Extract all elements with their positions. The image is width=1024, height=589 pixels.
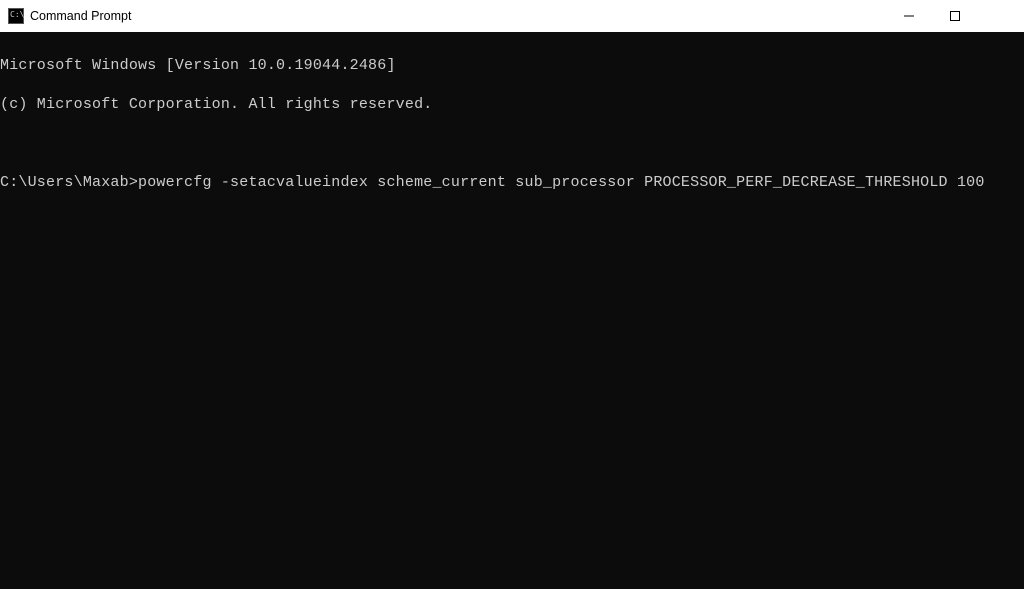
terminal-output-line: Microsoft Windows [Version 10.0.19044.24… (0, 56, 1024, 76)
terminal-output-line: (c) Microsoft Corporation. All rights re… (0, 95, 1024, 115)
minimize-icon (904, 11, 914, 21)
terminal-body[interactable]: Microsoft Windows [Version 10.0.19044.24… (0, 32, 1024, 589)
app-icon-glyph: C:\ (10, 11, 24, 19)
terminal-blank-line (0, 134, 1024, 154)
terminal-prompt: C:\Users\Maxab> (0, 174, 138, 191)
minimize-button[interactable] (886, 0, 932, 32)
window-controls (886, 0, 1024, 32)
title-bar[interactable]: C:\ Command Prompt (0, 0, 1024, 32)
maximize-button[interactable] (932, 0, 978, 32)
app-icon: C:\ (8, 8, 24, 24)
terminal-command: powercfg -setacvalueindex scheme_current… (138, 174, 985, 191)
terminal-prompt-line: C:\Users\Maxab>powercfg -setacvalueindex… (0, 173, 1024, 193)
maximize-icon (950, 11, 960, 21)
window-title: Command Prompt (30, 9, 886, 23)
